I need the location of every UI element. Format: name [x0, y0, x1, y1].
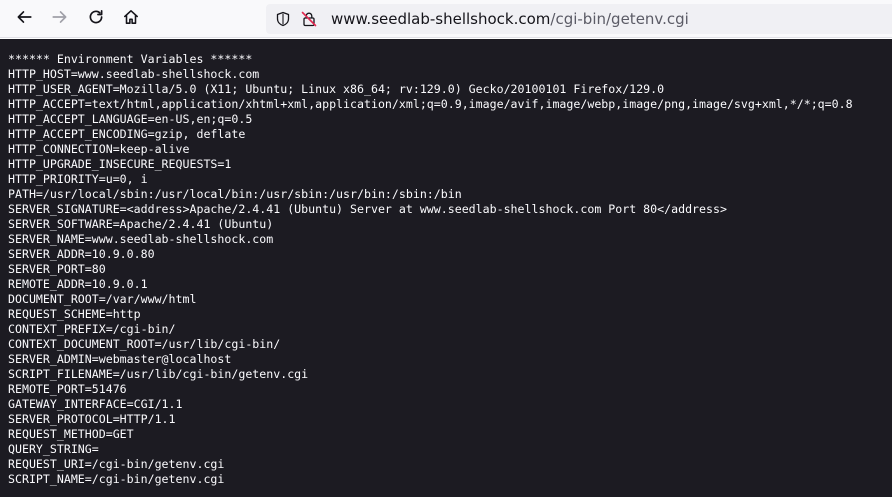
insecure-lock-icon[interactable] — [300, 10, 318, 28]
forward-button[interactable] — [46, 5, 74, 33]
home-button[interactable] — [117, 5, 145, 33]
env-line: SERVER_PROTOCOL=HTTP/1.1 — [8, 412, 176, 426]
env-line: REQUEST_METHOD=GET — [8, 427, 134, 441]
env-line: GATEWAY_INTERFACE=CGI/1.1 — [8, 397, 183, 411]
env-line: QUERY_STRING= — [8, 442, 99, 456]
env-line: SERVER_ADDR=10.9.0.80 — [8, 247, 155, 261]
env-line: DOCUMENT_ROOT=/var/www/html — [8, 292, 197, 306]
env-line: SCRIPT_NAME=/cgi-bin/getenv.cgi — [8, 472, 225, 486]
env-line: SERVER_PORT=80 — [8, 262, 106, 276]
address-bar[interactable]: www.seedlab-shellshock.com/cgi-bin/geten… — [266, 4, 892, 34]
shield-icon[interactable] — [274, 10, 292, 28]
env-line: HTTP_CONNECTION=keep-alive — [8, 142, 190, 156]
env-line: HTTP_PRIORITY=u=0, i — [8, 172, 148, 186]
back-button[interactable] — [10, 5, 38, 33]
env-line: REMOTE_ADDR=10.9.0.1 — [8, 277, 148, 291]
env-line: REQUEST_SCHEME=http — [8, 307, 141, 321]
arrow-right-icon — [51, 8, 69, 30]
env-line: SCRIPT_FILENAME=/usr/lib/cgi-bin/getenv.… — [8, 367, 309, 381]
env-line: CONTEXT_DOCUMENT_ROOT=/usr/lib/cgi-bin/ — [8, 337, 281, 351]
env-line: SERVER_SIGNATURE=<address>Apache/2.4.41 … — [8, 202, 727, 216]
env-line: REQUEST_URI=/cgi-bin/getenv.cgi — [8, 457, 225, 471]
url-host: www.seedlab-shellshock.com — [331, 10, 551, 28]
env-line: SERVER_ADMIN=webmaster@localhost — [8, 352, 232, 366]
url-path: /cgi-bin/getenv.cgi — [550, 10, 689, 28]
url-text: www.seedlab-shellshock.com/cgi-bin/geten… — [331, 10, 689, 28]
env-line: HTTP_USER_AGENT=Mozilla/5.0 (X11; Ubuntu… — [8, 82, 665, 96]
home-icon — [122, 8, 140, 30]
env-line: HTTP_UPGRADE_INSECURE_REQUESTS=1 — [8, 157, 232, 171]
env-line: ****** Environment Variables ****** — [8, 52, 253, 66]
env-line: SERVER_SOFTWARE=Apache/2.4.41 (Ubuntu) — [8, 217, 274, 231]
arrow-left-icon — [15, 8, 33, 30]
environment-output: ****** Environment Variables ****** HTTP_… — [0, 39, 892, 487]
env-line: HTTP_ACCEPT_ENCODING=gzip, deflate — [8, 127, 246, 141]
env-line: HTTP_HOST=www.seedlab-shellshock.com — [8, 67, 260, 81]
browser-toolbar: www.seedlab-shellshock.com/cgi-bin/geten… — [0, 0, 892, 38]
reload-button[interactable] — [82, 5, 110, 33]
env-line: HTTP_ACCEPT_LANGUAGE=en-US,en;q=0.5 — [8, 112, 253, 126]
env-line: SERVER_NAME=www.seedlab-shellshock.com — [8, 232, 274, 246]
reload-icon — [87, 8, 105, 30]
env-line: HTTP_ACCEPT=text/html,application/xhtml+… — [8, 97, 853, 111]
env-line: REMOTE_PORT=51476 — [8, 382, 127, 396]
page-content: ****** Environment Variables ****** HTTP_… — [0, 39, 892, 497]
env-line: CONTEXT_PREFIX=/cgi-bin/ — [8, 322, 176, 336]
env-line: PATH=/usr/local/sbin:/usr/local/bin:/usr… — [8, 187, 462, 201]
